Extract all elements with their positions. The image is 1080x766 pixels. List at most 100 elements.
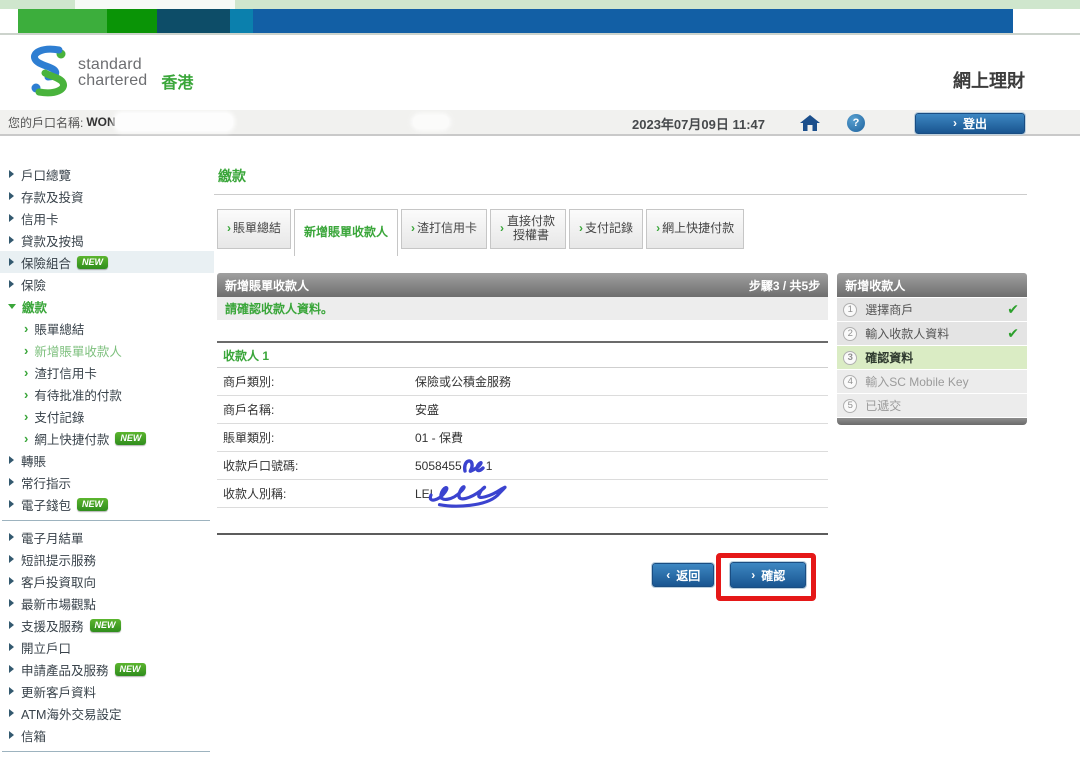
- color-segment-teal: [230, 9, 253, 33]
- check-icon: [1007, 325, 1019, 342]
- chevron-right-icon: [9, 687, 14, 695]
- sidebar-item-support-services[interactable]: 支援及服務NEW: [0, 614, 214, 636]
- step-label: 已遞交: [865, 397, 901, 414]
- bank-logo: standard chartered 香港: [28, 45, 193, 97]
- section-end-rule: [217, 533, 828, 535]
- sidebar-item-pending-payments[interactable]: 有待批准的付款: [0, 383, 214, 405]
- sidebar-item-payment-records[interactable]: 支付記錄: [0, 405, 214, 427]
- sidebar-item-ewallet[interactable]: 電子錢包NEW: [0, 493, 214, 515]
- sidebar-item-standing-instruction[interactable]: 常行指示: [0, 471, 214, 493]
- brand-color-bar: [0, 9, 1080, 35]
- logout-button[interactable]: 登出: [915, 113, 1025, 134]
- field-label: 商戶名稱:: [217, 401, 415, 418]
- sidebar-item-apply-products[interactable]: 申請產品及服務NEW: [0, 658, 214, 680]
- instruction-text: 請確認收款人資料。: [217, 297, 828, 320]
- sidebar-item-loans-mortgage[interactable]: 貸款及按揭: [0, 229, 214, 251]
- confirm-label: 確認: [761, 567, 785, 584]
- field-payee-nickname: 收款人別稱: LEI: [217, 480, 828, 508]
- portal-title: 網上理財: [953, 67, 1025, 93]
- payee-details-section: 收款人 1 商戶類別: 保險或公積金服務 商戶名稱: 安盛 賬單類別: 01 -…: [217, 341, 828, 508]
- field-payee-account-number: 收款戶口號碼: 5058455 1: [217, 452, 828, 480]
- home-icon[interactable]: [799, 114, 821, 132]
- sidebar-item-sc-credit-card[interactable]: 渣打信用卡: [0, 361, 214, 383]
- sidebar-item-insurance[interactable]: 保險: [0, 273, 214, 295]
- online-banking-page: standard chartered 香港 網上理財 您的戶口名稱: WON 2…: [0, 0, 1080, 766]
- chevron-right-icon: [9, 731, 14, 739]
- tab-sc-credit-card[interactable]: 渣打信用卡: [401, 209, 487, 249]
- sidebar-divider: [2, 751, 210, 752]
- tab-direct-debit[interactable]: 直接付款授權書: [490, 209, 566, 249]
- chevron-right-icon: [9, 621, 14, 629]
- back-label: 返回: [676, 567, 700, 584]
- help-icon[interactable]: [847, 114, 865, 132]
- confirm-button[interactable]: 確認: [730, 562, 806, 588]
- new-badge: NEW: [90, 619, 121, 632]
- chevron-right-icon: [9, 665, 14, 673]
- chevron-right-icon: [9, 500, 14, 508]
- content-area: 戶口總覽 存款及投資 信用卡 貸款及按揭 保險組合NEW 保險 繳款 賬單總結 …: [0, 136, 1080, 757]
- chevron-right-icon: [9, 643, 14, 651]
- color-segment-blue: [253, 9, 1013, 33]
- step-number: 2: [843, 327, 857, 341]
- sidebar-item-transfer[interactable]: 轉賬: [0, 449, 214, 471]
- field-bill-type: 賬單類別: 01 - 保費: [217, 424, 828, 452]
- redaction-blur-patch: [115, 113, 233, 131]
- chevron-right-icon: [9, 258, 14, 266]
- chevron-right-icon: [9, 555, 14, 563]
- tab-add-bill-payee[interactable]: 新增賬單收款人: [294, 209, 398, 256]
- sidebar-item-credit-card[interactable]: 信用卡: [0, 207, 214, 229]
- page-title: 繳款: [218, 166, 1027, 186]
- tab-online-fast-payment[interactable]: 網上快捷付款: [646, 209, 744, 249]
- steps-panel-footer: [837, 418, 1027, 425]
- confirm-arrow-icon: [751, 568, 761, 582]
- steps-panel-title: 新增收款人: [837, 273, 1027, 297]
- sidebar-item-update-info[interactable]: 更新客戶資料: [0, 680, 214, 702]
- sidebar-item-investment-profile[interactable]: 客戶投資取向: [0, 570, 214, 592]
- sidebar-item-estatement[interactable]: 電子月結單: [0, 526, 214, 548]
- chevron-right-icon: [9, 533, 14, 541]
- standard-chartered-logo-icon: [28, 45, 70, 97]
- sidebar-item-bill-payment[interactable]: 繳款: [0, 295, 214, 317]
- step-number: 1: [843, 303, 857, 317]
- new-badge: NEW: [77, 498, 108, 511]
- pen-scribble-redaction: [461, 456, 489, 476]
- sidebar-item-add-bill-payee[interactable]: 新增賬單收款人: [0, 339, 214, 361]
- action-buttons: 返回 確認: [217, 562, 828, 588]
- step-number: 3: [843, 351, 857, 365]
- chevron-right-icon: [24, 409, 28, 424]
- step-confirm-details: 3 確認資料: [837, 346, 1027, 369]
- tab-bar: 賬單總結 新增賬單收款人 渣打信用卡 直接付款授權書 支付記錄 網上快捷付款: [217, 209, 1027, 256]
- sidebar-item-sms-alert[interactable]: 短訊提示服務: [0, 548, 214, 570]
- tab-payment-records[interactable]: 支付記錄: [569, 209, 643, 249]
- back-arrow-icon: [666, 568, 676, 582]
- sidebar-item-deposits-investments[interactable]: 存款及投資: [0, 185, 214, 207]
- sidebar-item-open-account[interactable]: 開立戶口: [0, 636, 214, 658]
- brand-line2: chartered: [78, 73, 147, 89]
- sidebar-item-account-overview[interactable]: 戶口總覽: [0, 163, 214, 185]
- field-label: 商戶類別:: [217, 373, 415, 390]
- chevron-right-icon: [24, 387, 28, 402]
- sidebar-item-market-views[interactable]: 最新市場觀點: [0, 592, 214, 614]
- check-icon: [1007, 301, 1019, 318]
- new-badge: NEW: [77, 256, 108, 269]
- account-bar: 您的戶口名稱: WON 2023年07月09日 11:47 登出: [0, 110, 1080, 136]
- tab-bill-summary[interactable]: 賬單總結: [217, 209, 291, 249]
- panel-header: 新增賬單收款人 步驟3 / 共5步: [217, 273, 828, 297]
- sidebar-item-atm-overseas[interactable]: ATM海外交易設定: [0, 702, 214, 724]
- sidebar-item-bill-summary[interactable]: 賬單總結: [0, 317, 214, 339]
- back-button[interactable]: 返回: [652, 563, 714, 587]
- field-label: 賬單類別:: [217, 429, 415, 446]
- title-divider: [214, 194, 1027, 195]
- chevron-right-icon: [9, 577, 14, 585]
- chevron-right-icon: [24, 365, 28, 380]
- field-label: 收款戶口號碼:: [217, 457, 415, 474]
- steps-panel: 新增收款人 1 選擇商戶 2 輸入收款人資料 3 確認資料: [837, 273, 1027, 588]
- main-content: 繳款 賬單總結 新增賬單收款人 渣打信用卡 直接付款授權書 支付記錄 網上快捷付…: [214, 136, 1027, 757]
- header: standard chartered 香港 網上理財: [0, 35, 1080, 110]
- step-label: 確認資料: [865, 349, 913, 366]
- sidebar-item-mailbox[interactable]: 信箱: [0, 724, 214, 746]
- sidebar-item-insurance-portfolio[interactable]: 保險組合NEW: [0, 251, 214, 273]
- sidebar-item-online-fast-payment[interactable]: 網上快捷付款NEW: [0, 427, 214, 449]
- new-badge: NEW: [115, 432, 146, 445]
- chevron-right-icon: [9, 456, 14, 464]
